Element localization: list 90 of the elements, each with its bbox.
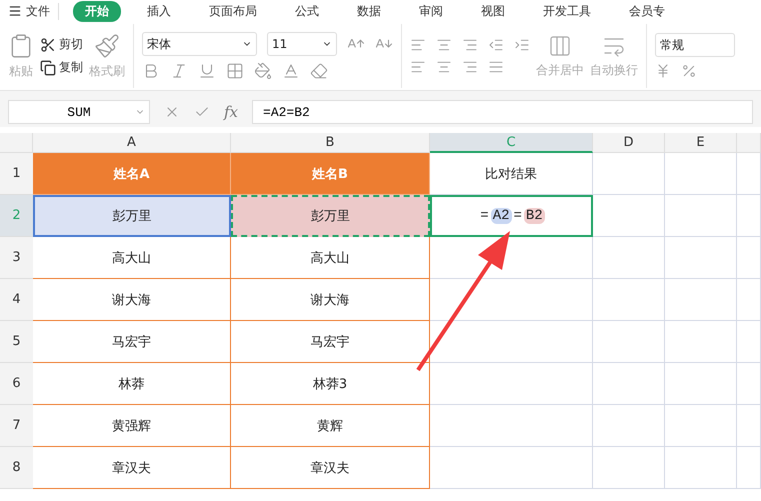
table-cell: 谢大海	[33, 279, 231, 321]
editing-cell[interactable]: = A2 = B2	[430, 195, 593, 237]
ribbon-tab[interactable]: 审阅	[407, 0, 455, 22]
ribbon-tab[interactable]: 开发工具	[531, 0, 603, 22]
row-header[interactable]: 3	[0, 237, 33, 279]
row-header[interactable]: 4	[0, 279, 33, 321]
row-header[interactable]: 7	[0, 405, 33, 447]
empty-cell	[737, 363, 761, 405]
table-cell: 章汉夫	[231, 447, 430, 489]
scissors-icon	[40, 36, 56, 52]
table-cell: 马宏宇	[33, 321, 231, 363]
font-size-select[interactable]: 11	[267, 32, 337, 56]
table-cell: 黄辉	[231, 405, 430, 447]
copy-button[interactable]: 复制	[40, 59, 83, 76]
ribbon-tab[interactable]: 插入	[135, 0, 183, 22]
formula-field[interactable]: =A2=B2	[252, 100, 753, 124]
percent-icon[interactable]	[681, 63, 697, 79]
merge-icon	[548, 34, 572, 58]
column-header[interactable]: A	[33, 133, 231, 153]
empty-cell	[737, 195, 761, 237]
table-cell: 林莽	[33, 363, 231, 405]
cell-formula: = A2 = B2	[479, 208, 545, 224]
brush-icon	[94, 32, 120, 58]
header-cell: 姓名A	[33, 153, 231, 195]
empty-cell	[593, 321, 665, 363]
column-header[interactable]: D	[593, 133, 665, 153]
file-menu[interactable]: 文件	[8, 2, 59, 20]
indent-icon[interactable]	[514, 37, 530, 53]
align-right-icon[interactable]	[462, 59, 478, 75]
empty-cell	[737, 405, 761, 447]
align-middle-icon[interactable]	[436, 37, 452, 53]
empty-cell	[737, 321, 761, 363]
name-box[interactable]: SUM	[8, 100, 150, 124]
align-bottom-icon[interactable]	[462, 37, 478, 53]
header-cell: 姓名B	[231, 153, 430, 195]
table-cell: 章汉夫	[33, 447, 231, 489]
number-format-select[interactable]: 常规	[655, 33, 735, 57]
empty-cell	[665, 153, 737, 195]
table-cell: 黄强辉	[33, 405, 231, 447]
column-header[interactable]: B	[231, 133, 430, 153]
empty-cell	[737, 447, 761, 489]
referenced-cell[interactable]: 彭万里	[33, 195, 231, 237]
empty-cell	[665, 447, 737, 489]
referenced-cell[interactable]: 彭万里	[231, 195, 430, 237]
ribbon-tab[interactable]: 公式	[283, 0, 331, 22]
empty-cell	[593, 153, 665, 195]
column-header[interactable]: E	[665, 133, 737, 153]
align-center-icon[interactable]	[436, 59, 452, 75]
empty-cell	[593, 363, 665, 405]
row-header[interactable]: 8	[0, 447, 33, 489]
empty-cell	[593, 405, 665, 447]
table-cell: 高大山	[33, 237, 231, 279]
empty-cell	[593, 237, 665, 279]
borders-icon[interactable]	[226, 62, 244, 80]
ribbon-tab[interactable]: 页面布局	[197, 0, 269, 22]
menu-icon	[8, 4, 22, 18]
font-color-icon[interactable]	[282, 62, 300, 80]
copy-icon	[40, 60, 56, 76]
empty-cell	[665, 321, 737, 363]
empty-cell	[665, 363, 737, 405]
underline-icon[interactable]	[198, 62, 216, 80]
empty-cell	[665, 405, 737, 447]
row-header[interactable]: 1	[0, 153, 33, 195]
table-cell: 比对结果	[430, 153, 593, 195]
ribbon-tab[interactable]: 数据	[345, 0, 393, 22]
align-left-icon[interactable]	[410, 59, 426, 75]
font-name-select[interactable]: 宋体	[142, 32, 257, 56]
align-top-icon[interactable]	[410, 37, 426, 53]
table-cell: 马宏宇	[231, 321, 430, 363]
ribbon-tab[interactable]: 会员专	[617, 0, 677, 22]
empty-cell	[737, 279, 761, 321]
empty-cell	[665, 279, 737, 321]
empty-cell	[593, 195, 665, 237]
table-cell: 林莽3	[231, 363, 430, 405]
cut-button[interactable]: 剪切	[40, 36, 83, 53]
justify-icon[interactable]	[488, 59, 504, 75]
empty-cell	[593, 447, 665, 489]
row-header[interactable]: 5	[0, 321, 33, 363]
empty-cell	[593, 279, 665, 321]
eraser-icon[interactable]	[310, 62, 328, 80]
table-cell: 谢大海	[231, 279, 430, 321]
outdent-icon[interactable]	[488, 37, 504, 53]
insert-function-button[interactable]: fx	[224, 103, 238, 121]
row-header[interactable]: 6	[0, 363, 33, 405]
fill-color-icon[interactable]	[254, 62, 272, 80]
empty-cell	[737, 237, 761, 279]
empty-cell	[665, 195, 737, 237]
empty-cell	[665, 237, 737, 279]
ribbon-tab[interactable]: 视图	[469, 0, 517, 22]
table-cell: 高大山	[231, 237, 430, 279]
